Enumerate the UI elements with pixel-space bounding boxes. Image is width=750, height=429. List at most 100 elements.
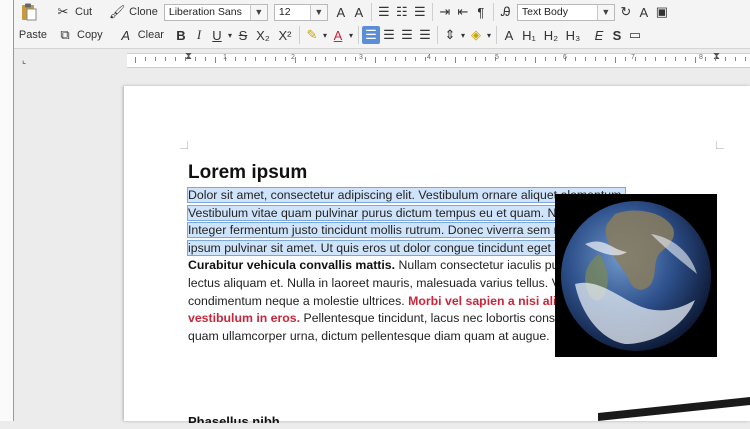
ruler-tick <box>205 57 206 61</box>
paste-button[interactable]: Paste <box>16 25 50 45</box>
cut-button[interactable]: ✂ Cut <box>52 2 94 22</box>
underline-button[interactable]: U <box>208 26 226 44</box>
ruler-tick <box>655 57 656 61</box>
earth-globe-image[interactable] <box>555 194 717 357</box>
line-spacing-icon[interactable]: ⇕ <box>441 26 459 44</box>
ruler-tick <box>455 57 456 63</box>
indent-increase-icon[interactable]: ⇥ <box>436 3 454 21</box>
ruler-tick <box>745 57 746 61</box>
align-center-icon[interactable]: ☰ <box>380 26 398 44</box>
separator <box>298 26 300 44</box>
shrink-font-icon[interactable]: A <box>332 3 350 21</box>
ruler-tick <box>185 57 186 61</box>
tab-stop-icon[interactable]: ⌞ <box>22 55 26 66</box>
ruler-strip[interactable]: ⧗ ⧗ 123456789 <box>127 51 750 68</box>
new-style-icon[interactable]: A <box>635 3 653 21</box>
align-right-icon[interactable]: ☰ <box>398 26 416 44</box>
outline-list-icon[interactable]: ☰ <box>411 3 429 21</box>
highlighter-icon[interactable]: ✎ <box>303 26 321 44</box>
paragraph-style-value: Text Body <box>521 6 568 18</box>
heading-3-button[interactable]: H₃ <box>562 26 584 44</box>
ruler-tick <box>525 57 526 61</box>
indent-decrease-icon[interactable]: ⇤ <box>454 3 472 21</box>
ruler-tick <box>505 57 506 61</box>
window-edge <box>0 0 14 421</box>
ruler-tick <box>145 57 146 61</box>
clear-formatting-icon: A <box>121 27 131 43</box>
bold-text[interactable]: Curabitur vehicula convallis mattis. <box>188 258 395 272</box>
paragraph-style-combo[interactable]: Text Body ▼ <box>516 3 615 21</box>
chevron-down-icon[interactable]: ▾ <box>321 26 329 44</box>
copy-button[interactable]: ⧉ Copy <box>54 25 105 45</box>
chevron-down-icon[interactable]: ▾ <box>485 26 493 44</box>
chevron-down-icon[interactable]: ▼ <box>596 4 614 20</box>
ruler-tick <box>615 57 616 63</box>
clear-formatting-button[interactable]: A Clear <box>115 25 166 45</box>
styles-icon[interactable]: Ꭿ <box>497 3 515 21</box>
superscript-button[interactable]: X² <box>274 26 296 44</box>
strikethrough-button[interactable]: S <box>234 26 252 44</box>
earth-image-graphic <box>561 201 711 351</box>
ruler-tick <box>255 57 256 61</box>
ruler-tick <box>165 57 166 61</box>
scissors-icon: ✂ <box>57 4 69 19</box>
document-page[interactable]: Lorem ipsum Dolor sit amet, consectetur … <box>124 86 750 423</box>
grow-font-icon[interactable]: A <box>350 3 368 21</box>
background-color-icon[interactable]: ◈ <box>467 26 485 44</box>
ruler-tick <box>305 57 306 61</box>
copy-icon: ⧉ <box>60 27 70 42</box>
section-heading[interactable]: Phasellus nibh <box>188 414 280 423</box>
clone-button[interactable]: 🖌 Clone <box>106 2 160 22</box>
justify-icon[interactable]: ☰ <box>416 26 434 44</box>
ruler-tick <box>635 57 636 61</box>
heading-1-button[interactable]: H₁ <box>518 26 540 44</box>
chevron-down-icon[interactable]: ▼ <box>309 4 327 20</box>
align-left-icon[interactable]: ☰ <box>361 26 380 44</box>
ruler-tick <box>735 57 736 61</box>
strong-style-button[interactable]: S <box>608 26 626 44</box>
ruler-tick <box>315 57 316 61</box>
cut-label: Cut <box>75 6 93 18</box>
paste-label: Paste <box>18 29 48 41</box>
font-color-icon[interactable]: A <box>329 26 347 44</box>
page-corner-mark <box>716 141 724 149</box>
chevron-down-icon[interactable]: ▾ <box>226 26 234 44</box>
pilcrow-icon[interactable]: ¶ <box>472 3 490 21</box>
paste-icon-button[interactable] <box>14 2 44 22</box>
ruler-tick <box>235 57 236 61</box>
chevron-down-icon[interactable]: ▼ <box>249 4 267 20</box>
chevron-down-icon[interactable]: ▾ <box>459 26 467 44</box>
style-default-button[interactable]: A <box>500 26 518 44</box>
heading-2-button[interactable]: H₂ <box>540 26 562 44</box>
emphasis-style-button[interactable]: E <box>590 26 608 44</box>
separator <box>492 3 494 21</box>
ruler-tick <box>155 57 156 61</box>
font-size-combo[interactable]: 12 ▼ <box>273 3 328 21</box>
ruler-tick <box>555 57 556 61</box>
bullet-list-icon[interactable]: ☰ <box>375 3 393 21</box>
bold-button[interactable]: B <box>172 26 190 44</box>
chevron-down-icon[interactable]: ▾ <box>347 26 355 44</box>
italic-button[interactable]: I <box>190 26 208 44</box>
horizontal-ruler[interactable]: ⌞ ⧗ ⧗ 123456789 <box>14 49 750 71</box>
left-indent-marker-icon[interactable]: ⧗ <box>185 51 192 62</box>
ruler-number: 7 <box>631 54 635 61</box>
separator <box>370 3 372 21</box>
ruler-number: 4 <box>427 54 431 61</box>
document-heading[interactable]: Lorem ipsum <box>188 162 728 184</box>
subscript-button[interactable]: X₂ <box>252 26 274 44</box>
ruler-tick <box>665 57 666 61</box>
numbered-list-icon[interactable]: ☷ <box>393 3 411 21</box>
update-style-icon[interactable]: ↻ <box>617 3 635 21</box>
ruler-tick <box>675 57 676 61</box>
clone-label: Clone <box>129 6 158 18</box>
image-icon[interactable]: ▭ <box>626 26 644 44</box>
ruler-tick <box>415 57 416 61</box>
image-icon[interactable]: ▣ <box>653 3 671 21</box>
ruler-tick <box>355 57 356 61</box>
ruler-tick <box>195 57 196 61</box>
ruler-tick <box>275 57 276 61</box>
separator <box>431 3 433 21</box>
font-name-combo[interactable]: Liberation Sans ▼ <box>163 3 268 21</box>
separator <box>357 26 359 44</box>
